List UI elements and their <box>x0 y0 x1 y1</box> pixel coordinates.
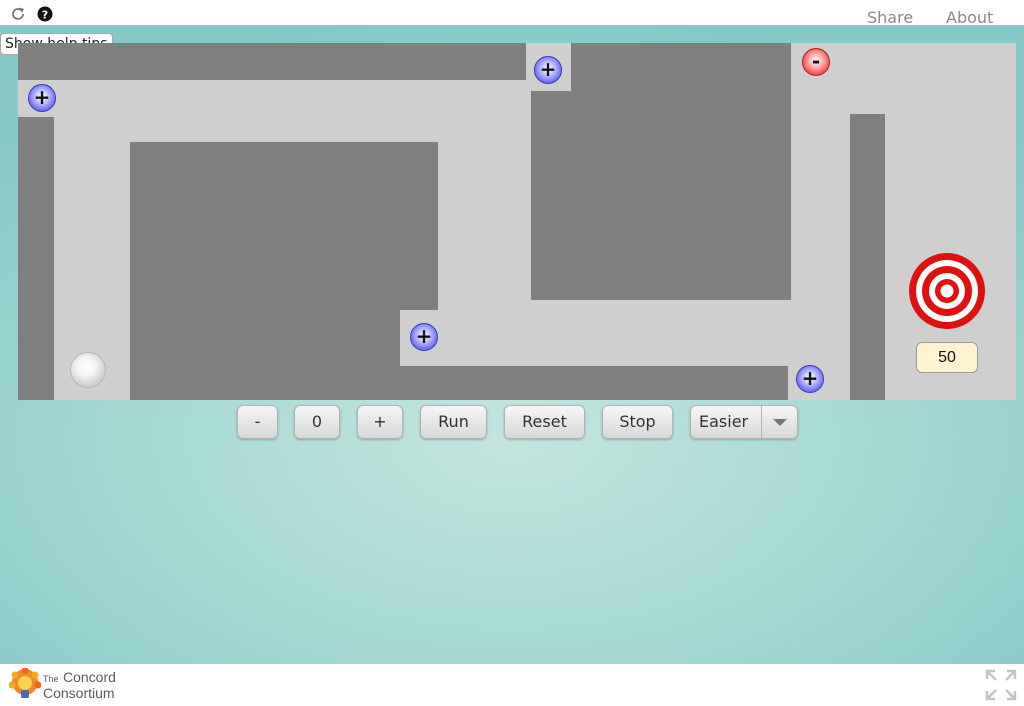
value-display: 0 <box>294 405 340 439</box>
fullscreen-icon[interactable] <box>985 669 1017 701</box>
target-icon <box>909 253 985 329</box>
difficulty-select[interactable]: Easier <box>690 405 798 439</box>
wall <box>130 142 438 310</box>
footer: The Concord Consortium <box>0 664 1024 706</box>
concord-logo-text: The Concord Consortium <box>43 669 116 701</box>
positive-charge[interactable]: + <box>534 56 562 84</box>
game-board[interactable] <box>18 43 1016 400</box>
score-display: 50 <box>916 342 978 373</box>
wall <box>850 114 885 400</box>
reset-button[interactable]: Reset <box>504 405 585 439</box>
positive-charge[interactable]: + <box>410 323 438 351</box>
select-divider <box>761 406 762 438</box>
wall <box>18 117 54 400</box>
about-link[interactable]: About <box>946 8 993 27</box>
share-link[interactable]: Share <box>867 8 913 27</box>
wall <box>130 310 400 400</box>
difficulty-label: Easier <box>699 412 749 431</box>
chevron-down-icon[interactable] <box>773 419 787 426</box>
svg-text:?: ? <box>42 8 48 21</box>
positive-charge[interactable]: + <box>28 84 56 112</box>
wall <box>400 366 788 400</box>
reload-icon[interactable] <box>10 6 26 22</box>
top-bar: ? Share About <box>0 0 1024 27</box>
wall <box>571 43 791 91</box>
concord-logo-icon <box>9 668 41 698</box>
increment-button[interactable]: + <box>357 405 403 439</box>
ball <box>70 352 106 388</box>
stop-button[interactable]: Stop <box>602 405 673 439</box>
positive-charge[interactable]: + <box>796 365 824 393</box>
negative-charge[interactable]: - <box>802 48 830 76</box>
decrement-button[interactable]: - <box>237 405 278 439</box>
help-icon[interactable]: ? <box>37 6 53 22</box>
run-button[interactable]: Run <box>420 405 487 439</box>
wall <box>18 43 526 80</box>
wall <box>531 91 791 300</box>
